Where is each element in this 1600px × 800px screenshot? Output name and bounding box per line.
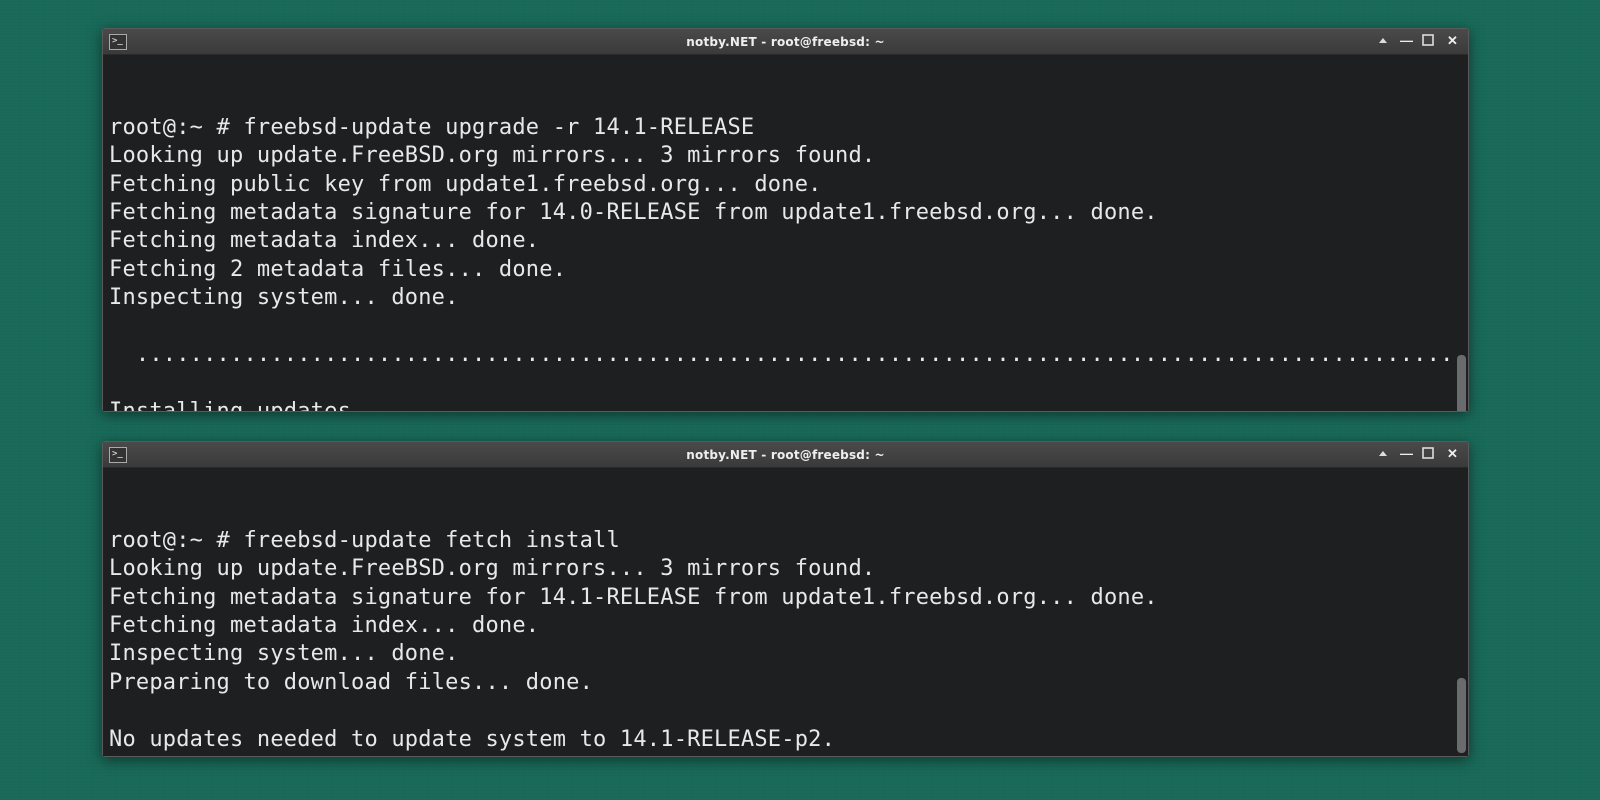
shade-button[interactable] [1376, 34, 1391, 49]
terminal-output[interactable]: root@:~ # freebsd-update upgrade -r 14.1… [103, 55, 1468, 411]
titlebar[interactable]: >_ notby.NET - root@freebsd: ~ — ✕ [103, 442, 1468, 468]
terminal-text: root@:~ # freebsd-update upgrade -r 14.1… [109, 114, 1462, 411]
close-button[interactable]: ✕ [1445, 34, 1460, 49]
terminal-icon: >_ [109, 447, 127, 463]
minimize-button[interactable]: — [1399, 447, 1414, 462]
terminal-icon-glyph: >_ [112, 37, 123, 45]
maximize-button[interactable] [1422, 34, 1437, 49]
maximize-button[interactable] [1422, 447, 1437, 462]
terminal-text: root@:~ # freebsd-update fetch install L… [109, 527, 1462, 756]
terminal-output[interactable]: root@:~ # freebsd-update fetch install L… [103, 468, 1468, 756]
minimize-button[interactable]: — [1399, 34, 1414, 49]
terminal-icon-glyph: >_ [112, 450, 123, 458]
close-button[interactable]: ✕ [1445, 447, 1460, 462]
terminal-icon: >_ [109, 34, 127, 50]
terminal-window-1: >_ notby.NET - root@freebsd: ~ — ✕ root@… [102, 28, 1469, 412]
scrollbar-thumb[interactable] [1457, 678, 1466, 753]
terminal-window-2: >_ notby.NET - root@freebsd: ~ — ✕ root@… [102, 441, 1469, 757]
window-controls: — ✕ [1376, 447, 1464, 462]
window-title: notby.NET - root@freebsd: ~ [103, 35, 1468, 49]
window-title: notby.NET - root@freebsd: ~ [103, 448, 1468, 462]
scrollbar-thumb[interactable] [1457, 355, 1466, 411]
window-controls: — ✕ [1376, 34, 1464, 49]
titlebar[interactable]: >_ notby.NET - root@freebsd: ~ — ✕ [103, 29, 1468, 55]
shade-button[interactable] [1376, 447, 1391, 462]
